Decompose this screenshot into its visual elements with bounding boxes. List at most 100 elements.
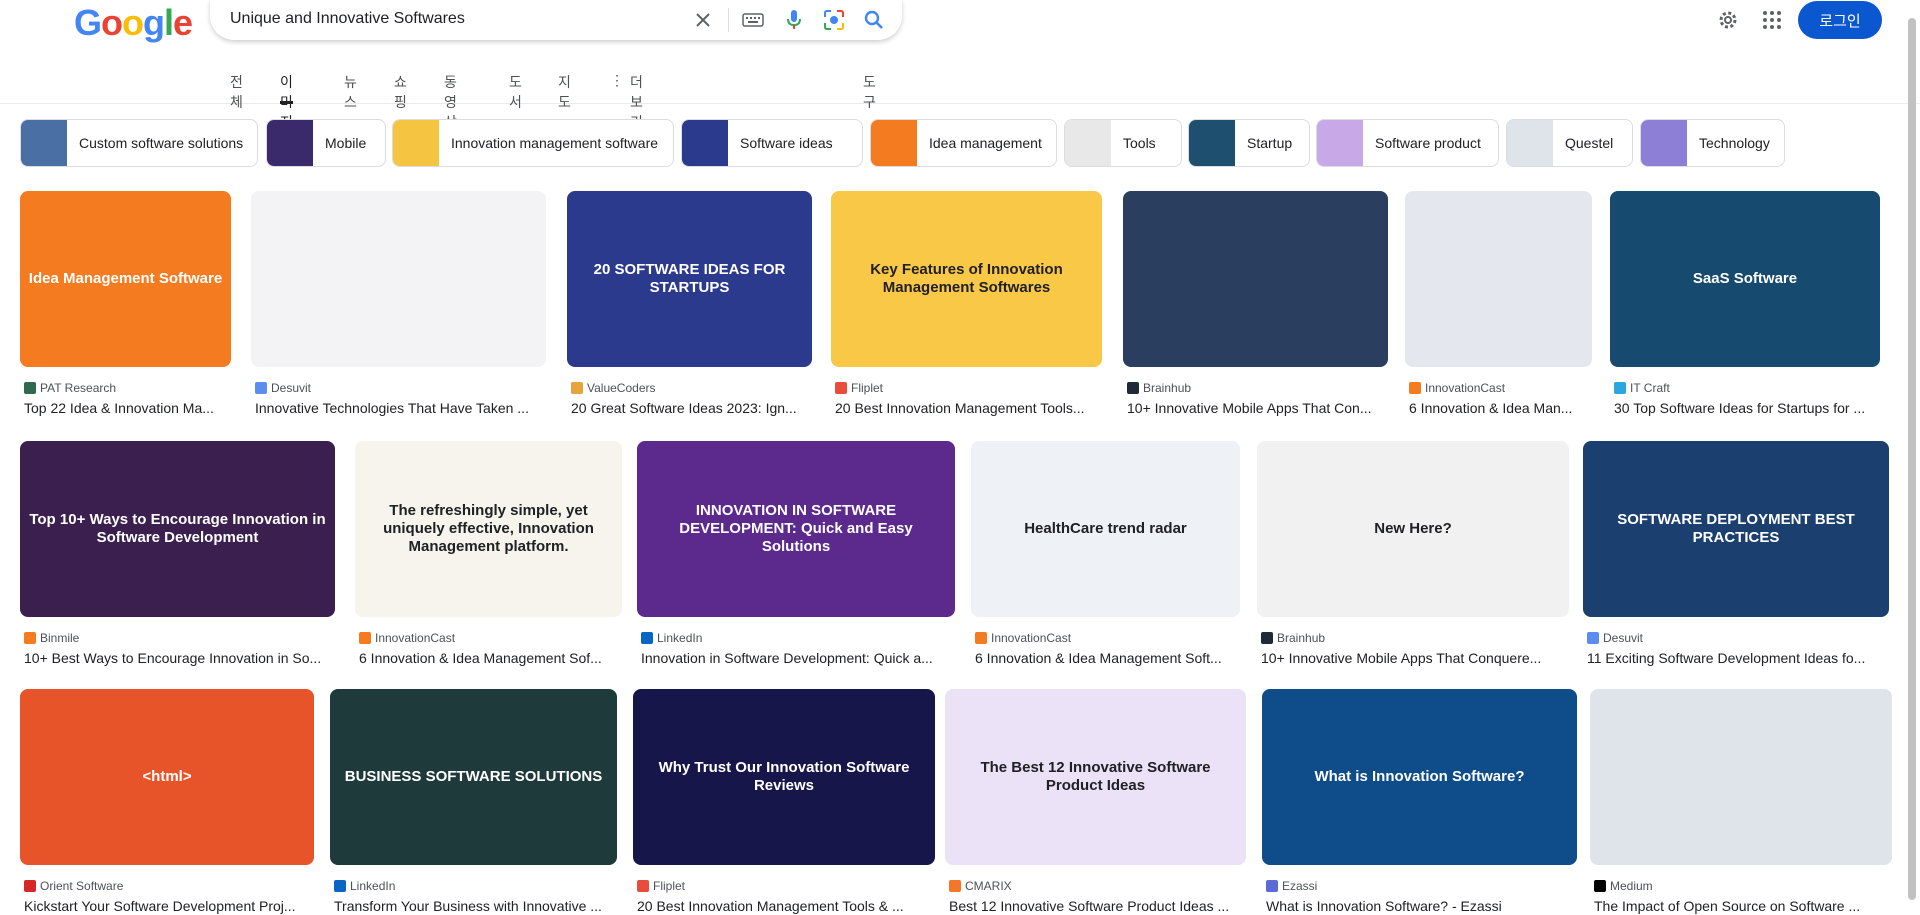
- result-title-link[interactable]: 20 Best Innovation Management Tools...: [835, 400, 1102, 416]
- result-source[interactable]: Binmile: [24, 631, 79, 645]
- image-result-card[interactable]: HealthCare trend radar InnovationCast 6 In…: [971, 441, 1240, 667]
- result-source[interactable]: PAT Research: [24, 381, 116, 395]
- result-source[interactable]: CMARIX: [949, 879, 1012, 893]
- tab-all[interactable]: 전체: [230, 72, 243, 110]
- microphone-icon[interactable]: [780, 6, 808, 34]
- result-title-link[interactable]: Innovative Technologies That Have Taken …: [255, 400, 546, 416]
- image-result-card[interactable]: Desuvit Innovative Technologies That Have…: [251, 191, 546, 417]
- tab-tools[interactable]: 도구: [863, 72, 876, 110]
- login-button[interactable]: 로그인: [1798, 1, 1882, 39]
- tab-shopping[interactable]: 쇼핑: [394, 72, 407, 110]
- result-source[interactable]: Desuvit: [1587, 631, 1643, 645]
- result-thumbnail[interactable]: Why Trust Our Innovation Software Review…: [633, 689, 935, 865]
- result-source[interactable]: Fliplet: [835, 381, 883, 395]
- tab-videos[interactable]: 동영상: [444, 72, 457, 130]
- image-result-card[interactable]: Why Trust Our Innovation Software Review…: [633, 689, 935, 915]
- result-thumbnail[interactable]: SaaS Software: [1610, 191, 1880, 367]
- result-thumbnail[interactable]: [1123, 191, 1388, 367]
- result-source[interactable]: Orient Software: [24, 879, 123, 893]
- image-result-card[interactable]: What is Innovation Software? Ezassi What i…: [1262, 689, 1577, 915]
- chip-questel[interactable]: Questel: [1506, 119, 1633, 167]
- result-title-link[interactable]: What is Innovation Software? - Ezassi: [1266, 898, 1577, 914]
- scrollbar-thumb[interactable]: [1908, 18, 1916, 900]
- result-source[interactable]: LinkedIn: [641, 631, 702, 645]
- result-thumbnail[interactable]: What is Innovation Software?: [1262, 689, 1577, 865]
- image-result-card[interactable]: New Here? Brainhub 10+ Innovative Mobile A…: [1257, 441, 1569, 667]
- image-result-card[interactable]: 20 SOFTWARE IDEAS FOR STARTUPS ValueCoder…: [567, 191, 812, 417]
- result-title-link[interactable]: 20 Best Innovation Management Tools & ..…: [637, 898, 935, 914]
- result-source[interactable]: Ezassi: [1266, 879, 1317, 893]
- result-source[interactable]: InnovationCast: [359, 631, 455, 645]
- result-thumbnail[interactable]: SOFTWARE DEPLOYMENT BEST PRACTICES: [1583, 441, 1889, 617]
- image-result-card[interactable]: INNOVATION IN SOFTWARE DEVELOPMENT: Quic…: [637, 441, 955, 667]
- tab-books[interactable]: 도서: [509, 72, 522, 110]
- result-source[interactable]: Medium: [1594, 879, 1653, 893]
- clear-icon[interactable]: [689, 6, 717, 34]
- chip-idea-management[interactable]: Idea management: [870, 119, 1057, 167]
- result-source[interactable]: Brainhub: [1261, 631, 1325, 645]
- image-result-card[interactable]: Medium The Impact of Open Source on Softw…: [1590, 689, 1892, 915]
- result-title-link[interactable]: 20 Great Software Ideas 2023: Ign...: [571, 400, 812, 416]
- result-thumbnail[interactable]: INNOVATION IN SOFTWARE DEVELOPMENT: Quic…: [637, 441, 955, 617]
- result-source[interactable]: Brainhub: [1127, 381, 1191, 395]
- chip-technology[interactable]: Technology: [1640, 119, 1785, 167]
- result-title-link[interactable]: The Impact of Open Source on Software ..…: [1594, 898, 1892, 914]
- search-box[interactable]: Unique and Innovative Softwares: [210, 0, 902, 40]
- result-title-link[interactable]: 30 Top Software Ideas for Startups for .…: [1614, 400, 1880, 416]
- result-thumbnail[interactable]: New Here?: [1257, 441, 1569, 617]
- result-thumbnail[interactable]: Top 10+ Ways to Encourage Innovation in …: [20, 441, 335, 617]
- result-title-link[interactable]: 6 Innovation & Idea Man...: [1409, 400, 1592, 416]
- result-thumbnail[interactable]: The refreshingly simple, yet uniquely ef…: [355, 441, 622, 617]
- search-input[interactable]: Unique and Innovative Softwares: [230, 10, 465, 28]
- tab-maps[interactable]: 지도: [558, 72, 571, 110]
- keyboard-icon[interactable]: [739, 6, 767, 34]
- image-result-card[interactable]: BUSINESS SOFTWARE SOLUTIONS LinkedIn Trans…: [330, 689, 617, 915]
- result-source[interactable]: ValueCoders: [571, 381, 655, 395]
- result-title-link[interactable]: Best 12 Innovative Software Product Idea…: [949, 898, 1246, 914]
- page-scrollbar[interactable]: [1906, 0, 1918, 901]
- image-result-card[interactable]: The Best 12 Innovative Software Product …: [945, 689, 1246, 915]
- image-result-card[interactable]: Top 10+ Ways to Encourage Innovation in …: [20, 441, 335, 667]
- image-result-card[interactable]: <html> Orient Software Kickstart Your Soft…: [20, 689, 314, 915]
- result-title-link[interactable]: 10+ Innovative Mobile Apps That Conquere…: [1261, 650, 1569, 666]
- result-title-link[interactable]: Kickstart Your Software Development Proj…: [24, 898, 314, 914]
- lens-icon[interactable]: [820, 6, 848, 34]
- result-title-link[interactable]: 10+ Best Ways to Encourage Innovation in…: [24, 650, 335, 666]
- result-thumbnail[interactable]: The Best 12 Innovative Software Product …: [945, 689, 1246, 865]
- result-source[interactable]: LinkedIn: [334, 879, 395, 893]
- result-source[interactable]: IT Craft: [1614, 381, 1670, 395]
- result-title-link[interactable]: Transform Your Business with Innovative …: [334, 898, 617, 914]
- chip-startup[interactable]: Startup: [1188, 119, 1310, 167]
- settings-gear-icon[interactable]: [1708, 0, 1748, 40]
- result-thumbnail[interactable]: BUSINESS SOFTWARE SOLUTIONS: [330, 689, 617, 865]
- result-title-link[interactable]: 11 Exciting Software Development Ideas f…: [1587, 650, 1889, 666]
- result-thumbnail[interactable]: [1405, 191, 1592, 367]
- image-result-card[interactable]: Idea Management Software PAT Research Top …: [20, 191, 231, 417]
- google-logo[interactable]: Google: [74, 2, 193, 44]
- image-result-card[interactable]: Brainhub 10+ Innovative Mobile Apps That …: [1123, 191, 1388, 417]
- result-source[interactable]: InnovationCast: [975, 631, 1071, 645]
- result-title-link[interactable]: 6 Innovation & Idea Management Sof...: [359, 650, 622, 666]
- result-thumbnail[interactable]: [251, 191, 546, 367]
- tab-news[interactable]: 뉴스: [344, 72, 357, 110]
- result-thumbnail[interactable]: <html>: [20, 689, 314, 865]
- result-thumbnail[interactable]: [1590, 689, 1892, 865]
- result-title-link[interactable]: Top 22 Idea & Innovation Ma...: [24, 400, 231, 416]
- result-source[interactable]: InnovationCast: [1409, 381, 1505, 395]
- result-thumbnail[interactable]: Idea Management Software: [20, 191, 231, 367]
- tab-more[interactable]: ⋮더보기: [610, 72, 643, 130]
- result-title-link[interactable]: 10+ Innovative Mobile Apps That Con...: [1127, 400, 1388, 416]
- result-source[interactable]: Desuvit: [255, 381, 311, 395]
- chip-software-product[interactable]: Software product: [1316, 119, 1499, 167]
- result-title-link[interactable]: Innovation in Software Development: Quic…: [641, 650, 955, 666]
- result-source[interactable]: Fliplet: [637, 879, 685, 893]
- result-thumbnail[interactable]: 20 SOFTWARE IDEAS FOR STARTUPS: [567, 191, 812, 367]
- chip-tools[interactable]: Tools: [1064, 119, 1182, 167]
- result-thumbnail[interactable]: Key Features of Innovation Management So…: [831, 191, 1102, 367]
- image-result-card[interactable]: SaaS Software IT Craft 30 Top Software Ide…: [1610, 191, 1880, 417]
- chip-innovation-management-software[interactable]: Innovation management software: [392, 119, 674, 167]
- image-result-card[interactable]: Key Features of Innovation Management So…: [831, 191, 1102, 417]
- chip-mobile[interactable]: Mobile: [266, 119, 386, 167]
- result-title-link[interactable]: 6 Innovation & Idea Management Soft...: [975, 650, 1240, 666]
- chip-custom-software-solutions[interactable]: Custom software solutions: [20, 119, 258, 167]
